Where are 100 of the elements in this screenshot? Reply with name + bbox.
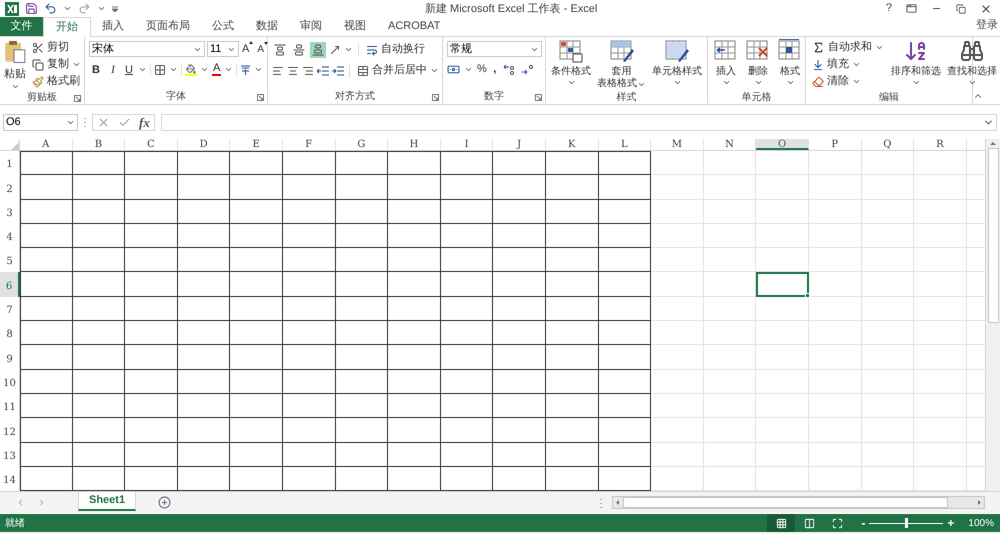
sort-filter-button[interactable]: 排序和筛选 <box>890 39 942 91</box>
grid-cell[interactable] <box>388 175 441 200</box>
help-button[interactable]: ? <box>886 3 892 14</box>
name-box[interactable]: O6 <box>3 114 78 130</box>
undo-icon[interactable] <box>44 2 57 15</box>
scroll-thumb[interactable] <box>623 497 948 508</box>
grid-cell[interactable] <box>598 200 652 224</box>
cut-button[interactable]: 剪切 <box>30 39 83 56</box>
grid-cell[interactable] <box>178 418 230 443</box>
redo-icon[interactable] <box>78 2 91 15</box>
increase-indent-icon[interactable] <box>332 64 344 76</box>
number-format-dropdown[interactable]: 常规 <box>447 41 542 57</box>
orientation-icon[interactable] <box>329 44 341 56</box>
grid-cell[interactable] <box>388 151 441 176</box>
grid-cell[interactable] <box>493 321 546 346</box>
grid-cell[interactable] <box>336 200 388 224</box>
grid-cell[interactable] <box>598 370 652 394</box>
shrink-font-button[interactable]: A <box>256 42 270 57</box>
grid-cell[interactable] <box>230 224 283 248</box>
grid-cell[interactable] <box>282 442 336 467</box>
grid-cell[interactable] <box>598 394 652 418</box>
grid-cell[interactable] <box>282 296 336 322</box>
style-button[interactable]: 单元格样式 <box>651 39 703 91</box>
grow-font-button[interactable]: A <box>241 41 254 58</box>
grid-cell[interactable] <box>598 418 652 443</box>
grid-cell[interactable] <box>440 151 494 176</box>
dialog-launcher-icon[interactable] <box>432 94 439 102</box>
grid-cell[interactable] <box>178 272 230 297</box>
grid-cell[interactable] <box>546 442 599 467</box>
view-button[interactable] <box>767 514 796 532</box>
grid-cell[interactable] <box>493 200 546 224</box>
grid-cell[interactable] <box>546 224 599 248</box>
grid-cell[interactable] <box>178 394 230 418</box>
grid-cell[interactable] <box>72 224 126 248</box>
grid-cell[interactable] <box>282 151 336 176</box>
row-header[interactable]: 3 <box>0 200 20 224</box>
grid-cell[interactable] <box>178 296 230 322</box>
horizontal-scrollbar[interactable] <box>612 496 985 510</box>
grid-cell[interactable] <box>440 418 494 443</box>
align-left-icon[interactable] <box>272 64 284 76</box>
percent-button[interactable]: % <box>477 61 487 78</box>
grid-cell[interactable] <box>388 272 441 297</box>
grid-cell[interactable] <box>493 175 546 200</box>
grid-cell[interactable] <box>546 345 599 370</box>
grid-cell[interactable] <box>336 345 388 370</box>
grid-cell[interactable] <box>178 345 230 370</box>
grid-cell[interactable] <box>125 394 178 418</box>
grid-cell[interactable] <box>546 151 599 176</box>
customize-toolbar-icon[interactable] <box>112 6 118 12</box>
grid-cell[interactable] <box>440 345 494 370</box>
grid-cell[interactable] <box>440 175 494 200</box>
ribbon-tab[interactable]: 数据 <box>245 17 289 36</box>
formula-input[interactable] <box>160 114 997 130</box>
scroll-up-icon[interactable] <box>989 140 997 146</box>
copy-button[interactable]: 复制 <box>30 56 83 73</box>
underline-button[interactable]: U <box>123 62 135 78</box>
grid-cell[interactable] <box>72 321 126 346</box>
column-header[interactable]: P <box>808 139 862 150</box>
grid-cell[interactable] <box>493 248 546 272</box>
grid-cell[interactable] <box>230 345 283 370</box>
grid-cell[interactable] <box>20 248 73 272</box>
grid-cell[interactable] <box>178 370 230 394</box>
column-header[interactable]: A <box>20 139 73 150</box>
grid-cell[interactable] <box>72 370 126 394</box>
currency-icon[interactable] <box>447 62 460 76</box>
borders-icon[interactable] <box>154 64 166 76</box>
align-right-icon[interactable] <box>302 64 314 76</box>
ribbon-tab[interactable]: 视图 <box>333 17 377 36</box>
ribbon-tab[interactable]: 页面布局 <box>135 17 201 36</box>
grid-cell[interactable] <box>598 151 652 176</box>
merge-center-button[interactable]: 合并后居中 <box>355 62 441 79</box>
grid-cell[interactable] <box>125 272 178 297</box>
style-button[interactable]: 套用 表格格式 <box>596 39 647 91</box>
grid-cell[interactable] <box>440 248 494 272</box>
font-size-dropdown[interactable]: 11 <box>207 41 239 58</box>
grid-cell[interactable] <box>20 321 73 346</box>
grid-cell[interactable] <box>546 394 599 418</box>
dialog-launcher-icon[interactable] <box>74 95 81 102</box>
row-header[interactable]: 2 <box>0 175 20 200</box>
font-color-button[interactable]: A <box>212 63 222 76</box>
vertical-align-button[interactable] <box>291 42 307 58</box>
grid-cell[interactable] <box>125 418 178 443</box>
row-header[interactable]: 8 <box>0 321 20 346</box>
grid-cell[interactable] <box>20 394 73 418</box>
italic-button[interactable]: I <box>106 62 120 78</box>
grid-cell[interactable] <box>388 321 441 346</box>
grid-cell[interactable] <box>20 296 73 322</box>
paste-button[interactable]: 粘贴 <box>4 39 26 91</box>
grid-cell[interactable] <box>282 175 336 200</box>
grid-cell[interactable] <box>72 296 126 322</box>
grid-cell[interactable] <box>72 151 126 176</box>
grid-cell[interactable] <box>178 151 230 176</box>
grid-cell[interactable] <box>72 442 126 467</box>
grid-cell[interactable] <box>336 224 388 248</box>
grid-cell[interactable] <box>546 272 599 297</box>
new-sheet-icon[interactable] <box>158 496 172 510</box>
scroll-thumb[interactable] <box>988 148 998 323</box>
grid-cell[interactable] <box>493 418 546 443</box>
column-header[interactable]: I <box>440 139 494 150</box>
grid-cell[interactable] <box>336 321 388 346</box>
